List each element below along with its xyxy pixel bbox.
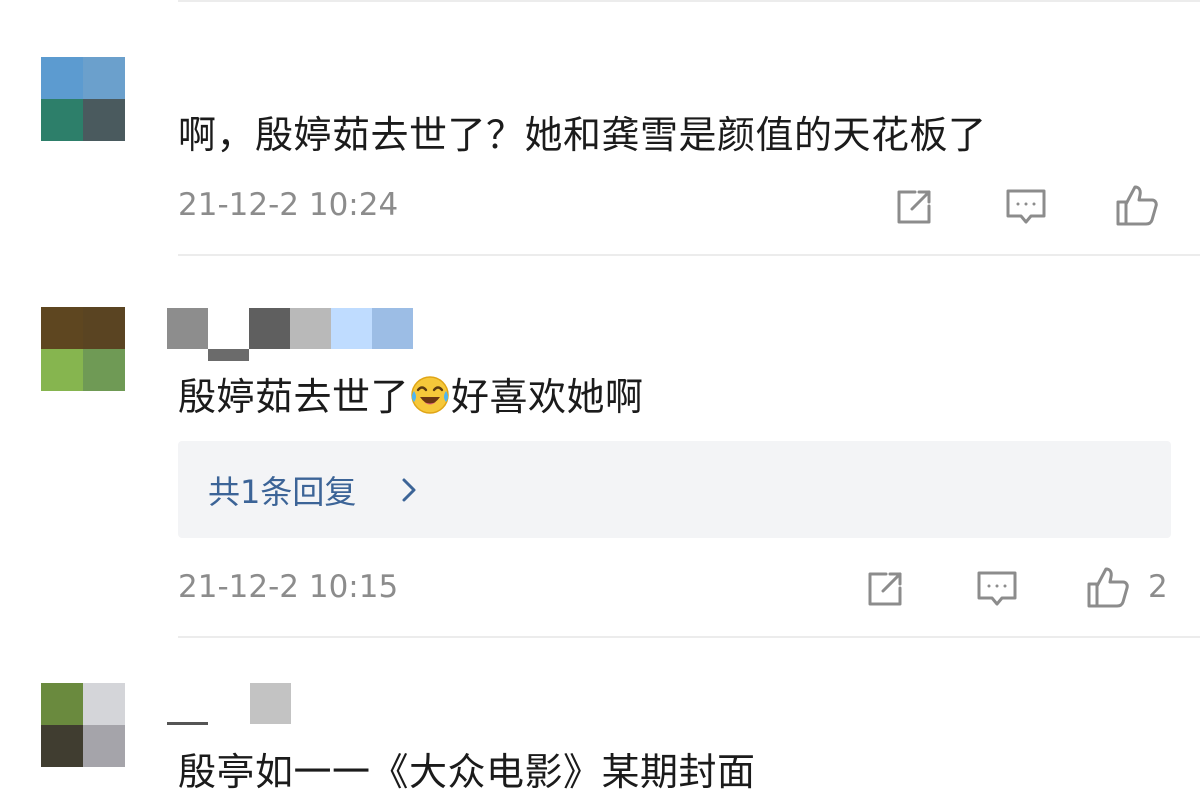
avatar[interactable]: [41, 683, 125, 767]
comment-icon[interactable]: [974, 566, 1020, 612]
divider: [178, 254, 1200, 256]
username-mosaic-fragment: [208, 349, 249, 361]
avatar[interactable]: [41, 307, 125, 391]
comment-list: 啊，殷婷茹去世了？她和龚雪是颜值的天花板了 21-12-2 10:24 殷婷茹去…: [0, 0, 1200, 808]
reply-summary[interactable]: 共1条回复: [178, 441, 1171, 538]
comment-text: 殷亭如一一《大众电影》某期封面: [178, 750, 756, 794]
share-icon[interactable]: [862, 566, 908, 612]
thumbs-up-icon[interactable]: [1085, 564, 1131, 610]
comment-timestamp: 21-12-2 10:15: [178, 569, 399, 605]
comment-text: 殷婷茹去世了 好喜欢她啊: [178, 366, 644, 421]
like-count: 2: [1148, 569, 1168, 605]
chevron-right-icon: [394, 475, 424, 505]
avatar[interactable]: [41, 57, 125, 141]
username-mosaic[interactable]: [250, 683, 291, 724]
comment-text-before-emoji: 殷婷茹去世了: [178, 375, 410, 419]
divider: [178, 636, 1200, 638]
username-mosaic[interactable]: [167, 308, 413, 349]
comment-text: 啊，殷婷茹去世了？她和龚雪是颜值的天花板了: [178, 113, 987, 157]
thumbs-up-icon[interactable]: [1114, 182, 1160, 228]
divider: [178, 0, 1200, 2]
comment-icon[interactable]: [1003, 184, 1049, 230]
comment-text-after-emoji: 好喜欢她啊: [451, 375, 644, 419]
comment-timestamp: 21-12-2 10:24: [178, 187, 399, 223]
reply-count-link[interactable]: 共1条回复: [208, 467, 356, 513]
share-icon[interactable]: [891, 184, 937, 230]
username-mosaic-fragment: [167, 722, 208, 725]
laughing-crying-emoji-icon: [410, 375, 450, 415]
